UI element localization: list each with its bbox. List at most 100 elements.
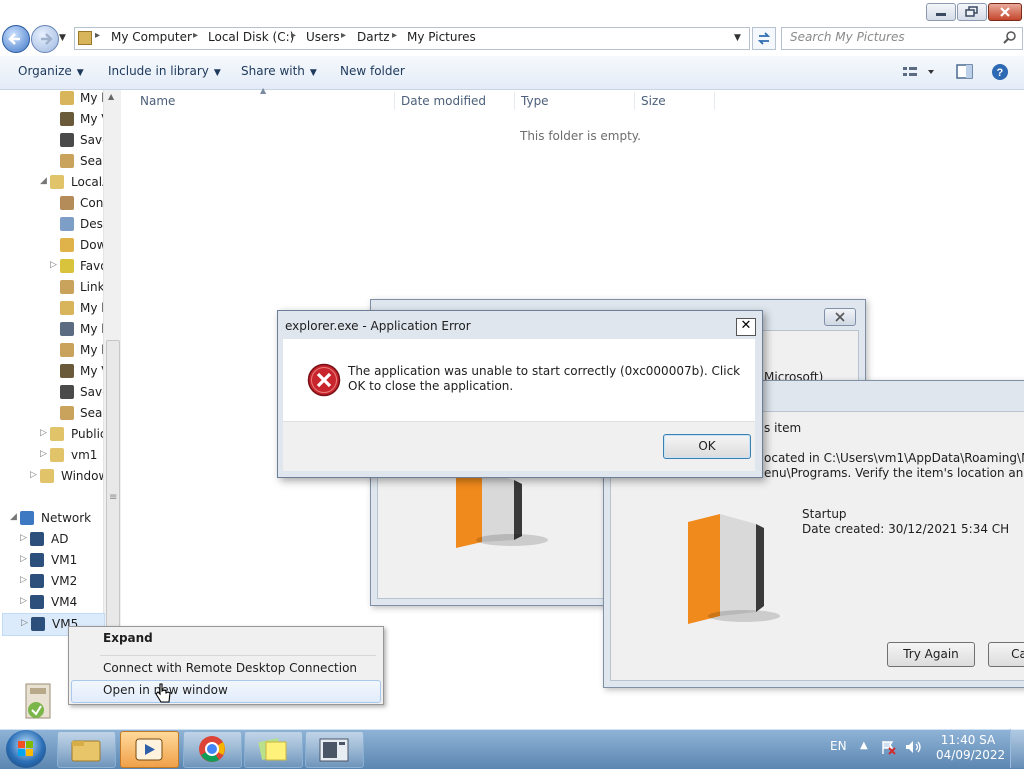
taskbar-explorer-button[interactable]	[57, 731, 116, 768]
breadcrumb-local-disk[interactable]: Local Disk (C:)	[208, 30, 294, 44]
taskbar-media-player-button[interactable]	[120, 731, 179, 768]
breadcrumb-dartz[interactable]: Dartz	[357, 30, 390, 44]
help-button[interactable]: ?	[991, 63, 1009, 84]
organize-button[interactable]: Organize ▼	[18, 64, 84, 78]
nav-item[interactable]: Sear	[58, 151, 103, 172]
nav-item[interactable]: My V	[58, 109, 103, 130]
context-menu-expand[interactable]: Expand	[72, 628, 378, 649]
context-menu-open-new-window[interactable]: Open in new window	[72, 680, 378, 701]
nav-item[interactable]: Save	[58, 382, 103, 403]
nav-item[interactable]: My l	[58, 88, 103, 109]
view-options-button[interactable]	[901, 63, 941, 84]
try-again-button[interactable]: Try Again	[887, 642, 975, 667]
expand-icon[interactable]: ▷	[20, 554, 27, 564]
column-header-name[interactable]: Name	[140, 94, 175, 108]
expand-icon[interactable]: ▷	[20, 575, 27, 585]
desktop-shortcut-icon[interactable]	[22, 680, 56, 725]
nav-item[interactable]: ▷ AD	[18, 529, 103, 550]
scrollbar-thumb[interactable]	[106, 340, 120, 632]
nav-item[interactable]: ◢ LocalA	[38, 172, 103, 193]
clock-date: 04/09/2022	[936, 748, 1006, 762]
nav-item-label: vm1	[71, 448, 98, 462]
nav-item[interactable]: ▷ vm1	[38, 445, 103, 466]
expand-icon[interactable]: ▷	[40, 449, 47, 459]
nav-item[interactable]: My l	[58, 340, 103, 361]
expand-icon[interactable]: ▷	[50, 260, 57, 270]
nav-item[interactable]: My l	[58, 319, 103, 340]
nav-item[interactable]: My l	[58, 298, 103, 319]
chevron-down-icon: ▼	[213, 68, 221, 78]
system-clock[interactable]: 11:40 SA 04/09/2022	[936, 733, 1006, 763]
error-dialog-close-button[interactable]: ✕	[736, 318, 756, 336]
minimize-button[interactable]	[926, 3, 956, 21]
nav-item[interactable]: Sear	[58, 403, 103, 424]
ok-button[interactable]: OK	[663, 434, 751, 459]
taskbar-sticky-notes-button[interactable]	[244, 731, 303, 768]
downloads-icon	[60, 238, 74, 252]
nav-item[interactable]: ▷ Favo	[48, 256, 103, 277]
nav-item[interactable]: ▷ Public	[38, 424, 103, 445]
nav-item[interactable]: Con	[58, 193, 103, 214]
folder-icon	[71, 740, 101, 762]
expand-icon[interactable]: ▷	[40, 428, 47, 438]
taskbar-remote-desktop-button[interactable]	[305, 731, 364, 768]
new-folder-button[interactable]: New folder	[340, 64, 405, 78]
taskbar-chrome-button[interactable]	[183, 731, 242, 768]
action-center-flag-icon[interactable]	[880, 739, 896, 758]
nav-item[interactable]: My V	[58, 361, 103, 382]
collapse-icon[interactable]: ◢	[10, 512, 17, 522]
maximize-button[interactable]	[957, 3, 987, 21]
volume-icon[interactable]	[904, 739, 922, 758]
expand-icon[interactable]: ▷	[20, 533, 27, 543]
back-button[interactable]	[2, 25, 30, 53]
column-header-type[interactable]: Type	[521, 94, 549, 108]
nav-item-label: My l	[80, 322, 103, 336]
back-arrow-icon	[8, 33, 20, 45]
share-with-button[interactable]: Share with ▼	[241, 64, 317, 78]
expand-icon[interactable]: ▷	[30, 470, 37, 480]
menu-item-label: Expand	[103, 631, 153, 645]
nav-item[interactable]: ▷ Window	[28, 466, 103, 487]
column-divider[interactable]	[634, 92, 635, 110]
show-hidden-icons-button[interactable]: ▲	[860, 740, 868, 751]
nav-item[interactable]: ▷ VM1	[18, 550, 103, 571]
close-icon	[835, 312, 845, 322]
start-button[interactable]	[6, 730, 46, 768]
recent-pages-dropdown[interactable]: ▼	[59, 33, 66, 43]
close-button[interactable]	[988, 3, 1022, 21]
preview-pane-button[interactable]	[956, 64, 974, 83]
search-icon[interactable]	[1003, 30, 1017, 47]
column-divider[interactable]	[714, 92, 715, 110]
column-header-size[interactable]: Size	[641, 94, 666, 108]
nav-item[interactable]: Save	[58, 130, 103, 151]
nav-item[interactable]: Dow	[58, 235, 103, 256]
include-in-library-button[interactable]: Include in library ▼	[108, 64, 221, 78]
refresh-button[interactable]	[752, 27, 776, 50]
expand-icon[interactable]: ▷	[20, 596, 27, 606]
column-divider[interactable]	[514, 92, 515, 110]
forward-button[interactable]	[31, 25, 59, 53]
network-icon	[20, 511, 34, 525]
collapse-icon[interactable]: ◢	[40, 176, 47, 186]
scroll-up-icon[interactable]: ▲	[108, 92, 114, 101]
context-menu-remote-desktop[interactable]: Connect with Remote Desktop Connection	[72, 658, 378, 679]
expand-icon[interactable]: ▷	[21, 618, 28, 628]
nav-item[interactable]: ▷ VM2	[18, 571, 103, 592]
cancel-button[interactable]: Ca	[988, 642, 1024, 667]
breadcrumb-my-computer[interactable]: My Computer	[111, 30, 192, 44]
show-desktop-button[interactable]	[1010, 729, 1024, 768]
address-dropdown-icon[interactable]: ▼	[734, 33, 741, 43]
input-language[interactable]: EN	[830, 739, 847, 753]
breadcrumb-separator: ▸	[95, 30, 101, 41]
background-dialog-close-button[interactable]	[824, 308, 856, 326]
folder-icon	[50, 448, 64, 462]
breadcrumb-users[interactable]: Users	[306, 30, 340, 44]
nav-item[interactable]: ▷ VM4	[18, 592, 103, 613]
nav-item[interactable]: Desk	[58, 214, 103, 235]
column-header-date-modified[interactable]: Date modified	[401, 94, 486, 108]
nav-item-network[interactable]: ◢ Network	[8, 508, 103, 529]
media-player-icon	[135, 738, 163, 761]
breadcrumb-my-pictures[interactable]: My Pictures	[407, 30, 476, 44]
column-divider[interactable]	[394, 92, 395, 110]
nav-item[interactable]: Link	[58, 277, 103, 298]
